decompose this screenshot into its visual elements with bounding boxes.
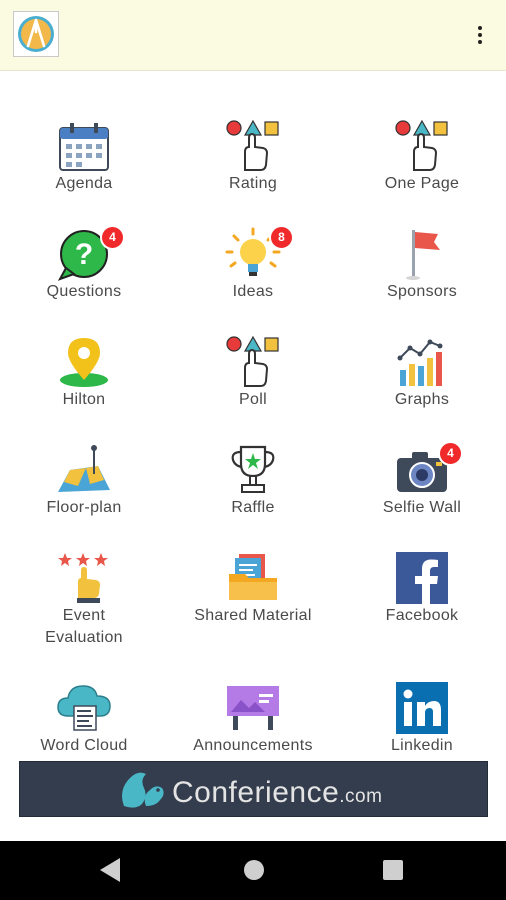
tile-questions[interactable]: ? 4 Questions xyxy=(0,198,168,304)
flag-icon xyxy=(394,228,450,280)
calendar-icon xyxy=(56,120,112,172)
camera-icon: 4 xyxy=(394,441,463,496)
tile-label: Hilton xyxy=(62,391,106,408)
tile-rating[interactable]: Rating xyxy=(169,90,337,196)
app-bar xyxy=(0,0,506,71)
tile-word-cloud[interactable]: Word Cloud xyxy=(0,652,168,758)
tile-sponsors[interactable]: Sponsors xyxy=(338,198,506,304)
tile-label: One Page xyxy=(384,175,460,192)
tile-label: Questions xyxy=(46,283,122,300)
shapes-hand-icon xyxy=(225,335,281,388)
tile-linkedin[interactable]: Linkedin xyxy=(338,652,506,758)
question-bubble-icon: ? 4 xyxy=(56,225,125,281)
shapes-hand-icon xyxy=(394,119,450,172)
tile-label: Linkedin xyxy=(390,737,453,754)
nav-back-icon[interactable] xyxy=(100,858,120,882)
tile-label: Facebook xyxy=(385,607,459,624)
badge-count: 8 xyxy=(269,225,294,250)
tile-hilton[interactable]: Hilton xyxy=(0,306,168,412)
billboard-icon xyxy=(225,682,281,734)
tile-one-page[interactable]: One Page xyxy=(338,90,506,196)
more-vert-icon[interactable] xyxy=(465,18,495,52)
nav-recents-icon[interactable] xyxy=(383,860,403,880)
tile-label: Announcements xyxy=(193,737,313,754)
map-pin-icon xyxy=(56,336,112,388)
tile-label: Ideas xyxy=(232,283,274,300)
bar-chart-icon xyxy=(394,336,450,388)
tile-label: Floor-plan xyxy=(46,499,122,516)
shapes-hand-icon xyxy=(225,119,281,172)
tile-label: Agenda xyxy=(55,175,113,192)
tile-agenda[interactable]: Agenda xyxy=(0,90,168,196)
tile-label: Event Evaluation xyxy=(45,607,123,646)
tile-poll[interactable]: Poll xyxy=(169,306,337,412)
badge-count: 4 xyxy=(100,225,125,250)
tile-ideas[interactable]: 8 Ideas xyxy=(169,198,337,304)
stars-hand-icon xyxy=(56,552,112,604)
squirrel-logo-icon xyxy=(122,772,164,808)
tile-graphs[interactable]: Graphs xyxy=(338,306,506,412)
tile-announcements[interactable]: Announcements xyxy=(169,652,337,758)
tile-label: Selfie Wall xyxy=(382,499,462,516)
tile-label: Sponsors xyxy=(387,283,457,300)
tile-facebook[interactable]: Facebook xyxy=(338,522,506,628)
facebook-icon xyxy=(394,552,450,604)
badge-count: 4 xyxy=(438,441,463,466)
folder-icon xyxy=(225,552,281,604)
tile-label: Raffle xyxy=(231,499,275,516)
tile-floor-plan[interactable]: Floor-plan xyxy=(0,414,168,520)
trophy-icon xyxy=(225,444,281,496)
tile-label: Graphs xyxy=(394,391,450,408)
lightbulb-icon: 8 xyxy=(225,225,294,280)
map-icon xyxy=(56,444,112,496)
svg-text:?: ? xyxy=(75,238,93,271)
tile-shared-material[interactable]: Shared Material xyxy=(169,522,337,628)
brand-text: Conferience.com xyxy=(172,776,383,809)
tile-label: Rating xyxy=(228,175,278,192)
tile-selfie-wall[interactable]: 4 Selfie Wall xyxy=(338,414,506,520)
tile-label: Shared Material xyxy=(194,607,312,624)
tile-event-evaluation[interactable]: Event Evaluation xyxy=(0,522,168,652)
system-nav-bar xyxy=(0,841,506,900)
tile-label: Word Cloud xyxy=(40,737,128,754)
cloud-icon xyxy=(56,682,112,734)
tile-raffle[interactable]: Raffle xyxy=(169,414,337,520)
tile-label: Poll xyxy=(239,391,267,408)
conferience-banner[interactable]: Conferience.com xyxy=(19,761,488,817)
app-logo[interactable] xyxy=(13,11,59,57)
nav-home-icon[interactable] xyxy=(244,860,264,880)
linkedin-icon xyxy=(394,682,450,734)
